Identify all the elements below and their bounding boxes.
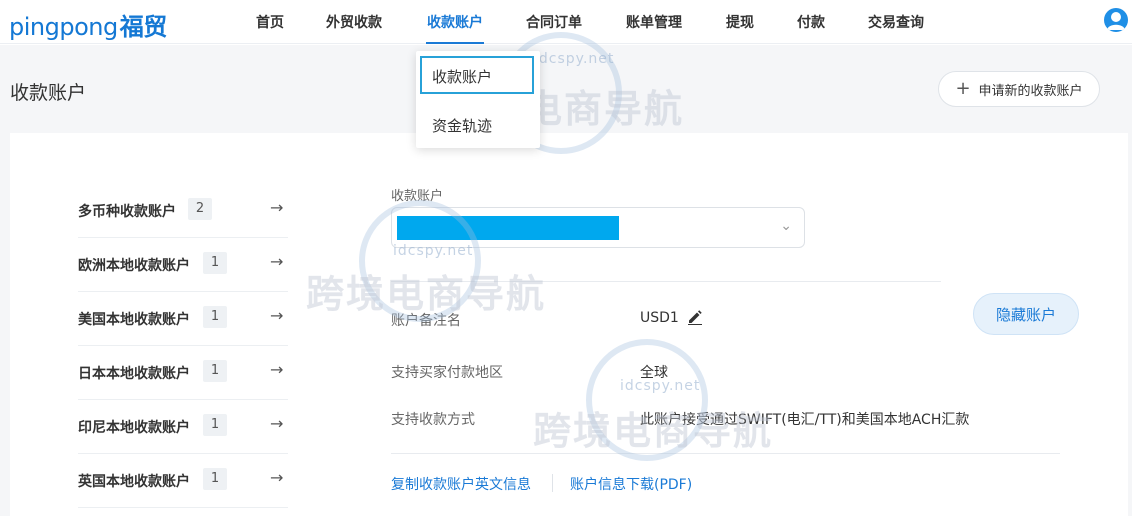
account-type-uk[interactable]: 英国本地收款账户 1 → [78,454,288,508]
dropdown-item-receiving-accounts[interactable]: 收款账户 [432,66,492,87]
account-select-label: 收款账户 [391,189,444,204]
plus-icon: + [955,78,971,99]
account-count-badge: 2 [188,198,212,220]
apply-button-label: 申请新的收款账户 [978,83,1083,99]
account-type-multi-currency[interactable]: 多币种收款账户 2 → [78,184,288,238]
redacted-account-number [397,216,619,240]
region-label: 支持买家付款地区 [391,365,503,381]
nav-dropdown-menu: 收款账户 资金轨迹 [416,51,540,148]
divider [391,453,1060,454]
method-label: 支持收款方式 [391,412,475,428]
divider [391,281,941,282]
account-type-label: 多币种收款账户 [78,204,176,220]
edit-pencil-icon[interactable] [687,309,703,325]
download-pdf-link[interactable]: 账户信息下载(PDF) [570,474,692,494]
account-type-label: 欧洲本地收款账户 [78,258,190,274]
account-type-indonesia[interactable]: 印尼本地收款账户 1 → [78,400,288,454]
remark-label: 账户备注名 [391,313,461,329]
user-avatar-icon[interactable] [1104,8,1128,32]
nav-receiving-accounts[interactable]: 收款账户 [427,12,483,32]
arrow-right-icon: → [270,198,284,217]
nav-active-indicator [426,42,484,44]
account-type-label: 日本本地收款账户 [78,366,190,382]
page-title: 收款账户 [10,82,87,104]
account-type-label: 美国本地收款账户 [78,312,190,328]
apply-new-account-button[interactable]: + 申请新的收款账户 [938,71,1100,107]
copy-english-info-link[interactable]: 复制收款账户英文信息 [391,474,531,494]
arrow-right-icon: → [270,252,284,271]
account-type-japan[interactable]: 日本本地收款账户 1 → [78,346,288,400]
account-count-badge: 1 [203,414,227,436]
account-count-badge: 1 [203,360,227,382]
remark-value: USD1 [640,310,679,326]
nav-payment[interactable]: 付款 [797,12,825,32]
nav-trade-receipt[interactable]: 外贸收款 [326,12,382,32]
account-type-label: 印尼本地收款账户 [78,420,190,436]
account-count-badge: 1 [203,252,227,274]
method-value: 此账户接受通过SWIFT(电汇/TT)和美国本地ACH汇款 [640,412,970,428]
link-separator [552,474,553,492]
region-value: 全球 [640,365,668,381]
nav-contract-orders[interactable]: 合同订单 [526,12,582,32]
account-count-badge: 1 [203,306,227,328]
arrow-right-icon: → [270,306,284,325]
logo-text-en: pingpong [9,13,118,41]
account-type-label: 英国本地收款账户 [78,474,190,490]
dropdown-item-fund-trail[interactable]: 资金轨迹 [432,115,492,136]
account-count-badge: 1 [203,468,227,490]
arrow-right-icon: → [270,414,284,433]
nav-bill-management[interactable]: 账单管理 [626,12,682,32]
logo-text-cn: 福贸 [119,13,168,41]
arrow-right-icon: → [270,360,284,379]
hide-account-button[interactable]: 隐藏账户 [973,293,1079,335]
chevron-down-icon: ⌄ [780,218,792,234]
arrow-right-icon: → [270,468,284,487]
nav-transaction-query[interactable]: 交易查询 [868,12,924,32]
nav-withdraw[interactable]: 提现 [726,12,754,32]
pingpong-logo[interactable]: pingpong福贸 [9,7,167,42]
account-type-europe[interactable]: 欧洲本地收款账户 1 → [78,238,288,292]
account-select[interactable]: ⌄ [391,207,805,248]
account-type-usa[interactable]: 美国本地收款账户 1 → [78,292,288,346]
top-navbar: pingpong福贸 首页 外贸收款 收款账户 合同订单 账单管理 提现 付款 … [0,0,1132,44]
nav-home[interactable]: 首页 [256,12,284,32]
